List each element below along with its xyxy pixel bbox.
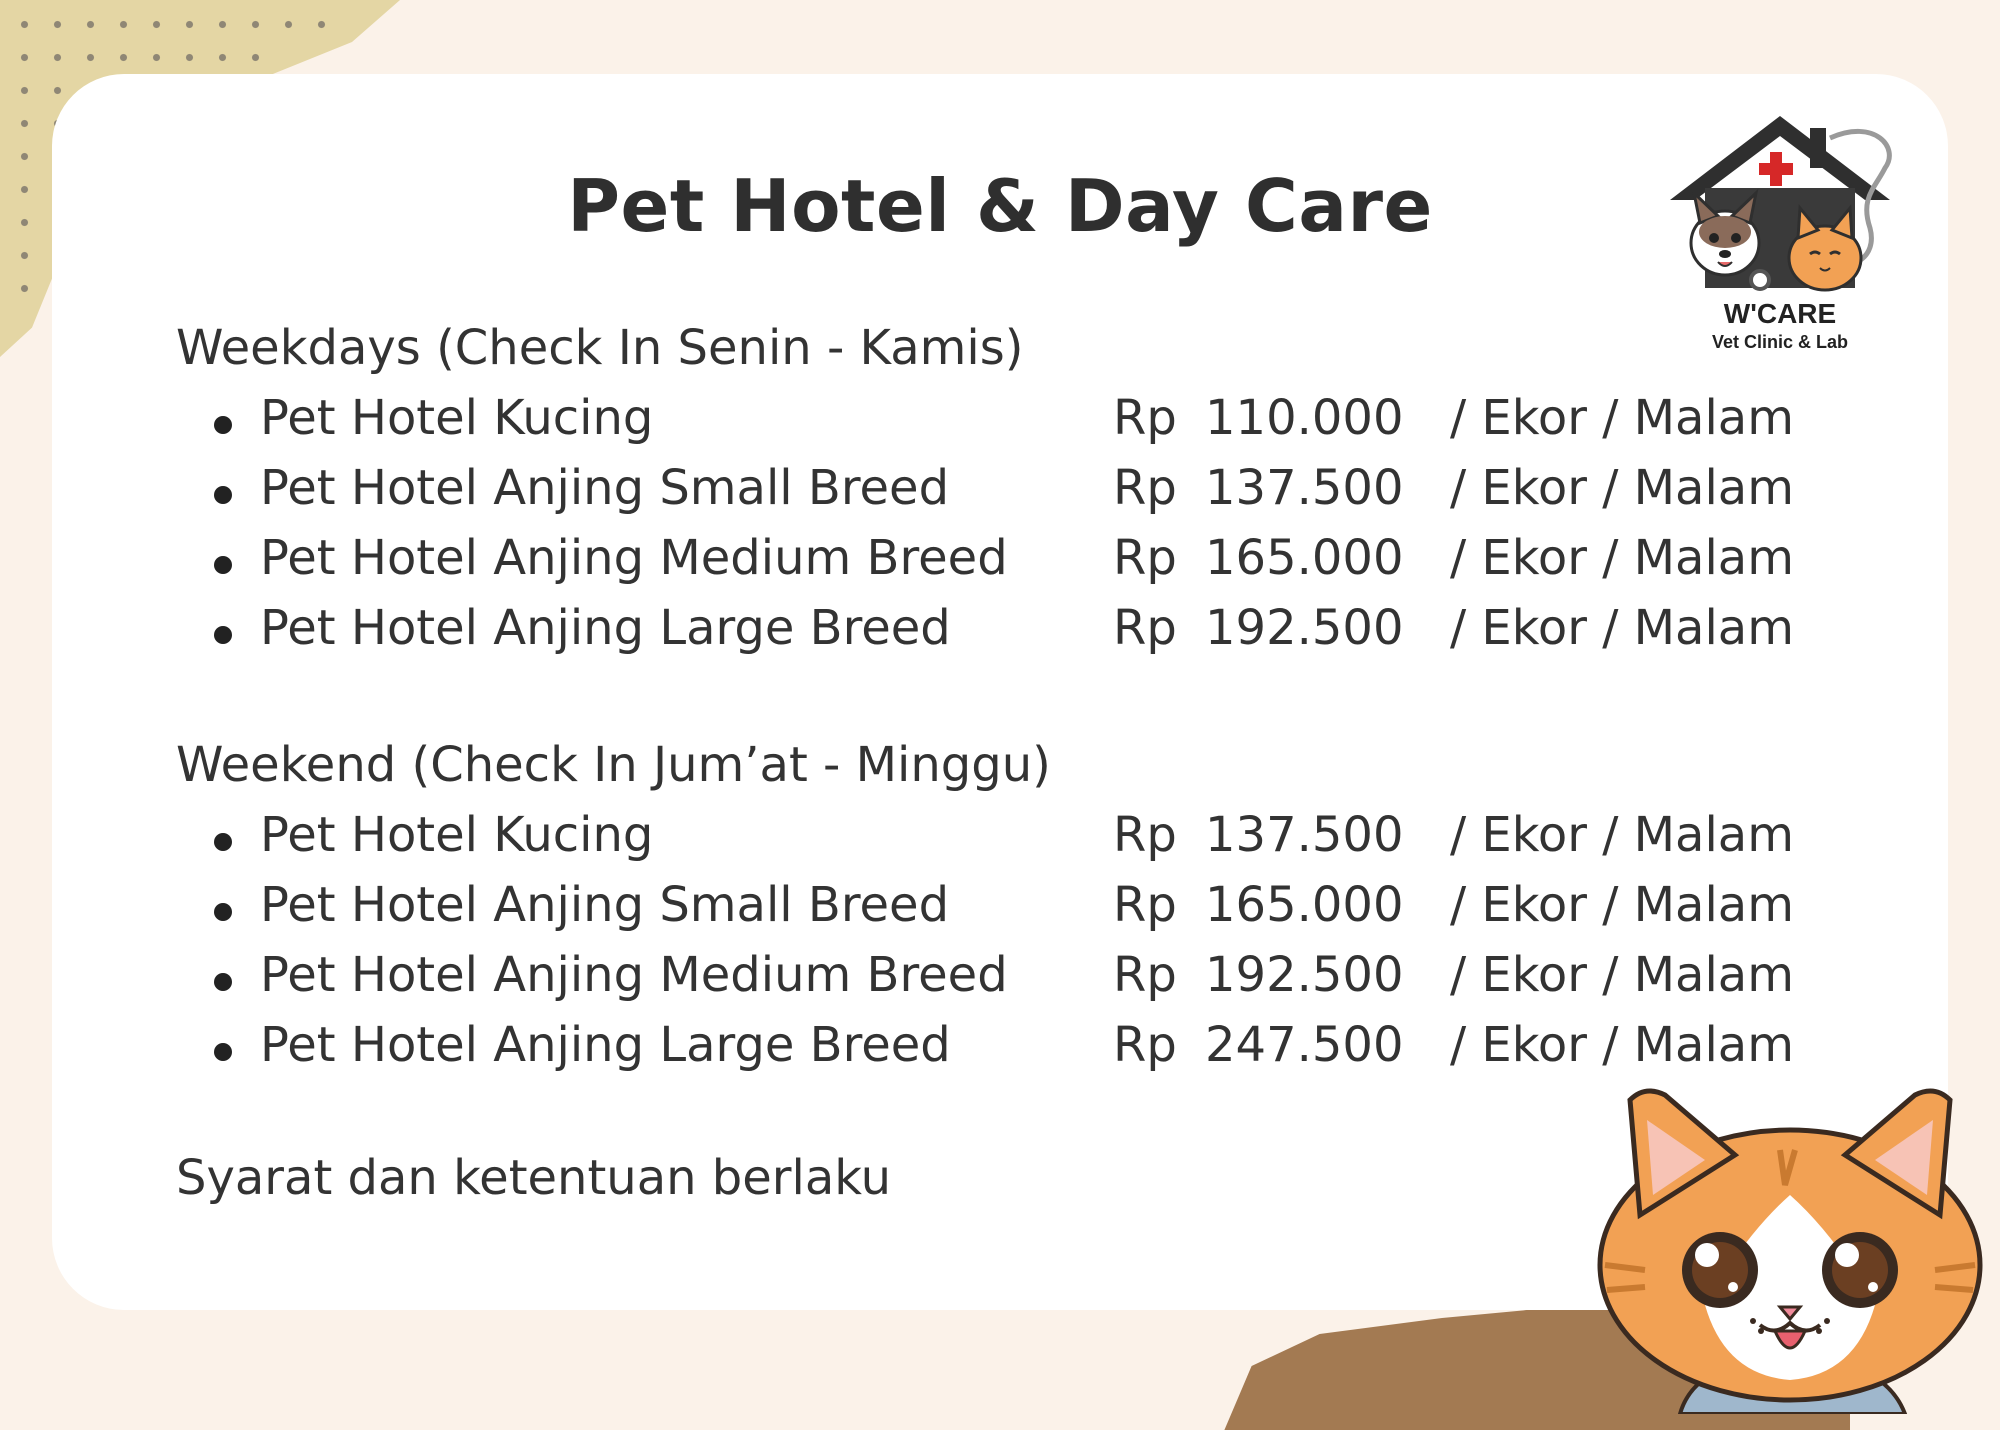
list-item: Pet Hotel Anjing Small Breed Rp 165.000 …	[0, 877, 2000, 941]
currency-label: Rp	[1113, 877, 1177, 933]
currency-label: Rp	[1113, 807, 1177, 863]
price-value: 165.000	[1205, 530, 1404, 586]
currency-label: Rp	[1113, 1017, 1177, 1073]
item-label: Pet Hotel Kucing	[260, 390, 654, 446]
price-value: 137.500	[1205, 460, 1404, 516]
price-unit: / Ekor / Malam	[1450, 390, 1794, 446]
house-pets-icon	[1670, 116, 1892, 292]
price-unit: / Ekor / Malam	[1450, 1017, 1794, 1073]
item-label: Pet Hotel Anjing Large Breed	[260, 1017, 951, 1073]
price-value: 137.500	[1205, 807, 1404, 863]
price-value: 165.000	[1205, 877, 1404, 933]
item-label: Pet Hotel Kucing	[260, 807, 654, 863]
price-value: 110.000	[1205, 390, 1404, 446]
list-item: Pet Hotel Anjing Medium Breed Rp 165.000…	[0, 530, 2000, 594]
currency-label: Rp	[1113, 947, 1177, 1003]
list-item: Pet Hotel Kucing Rp 137.500 / Ekor / Mal…	[0, 807, 2000, 871]
currency-label: Rp	[1113, 600, 1177, 656]
bullet-icon	[214, 973, 232, 991]
bullet-icon	[214, 626, 232, 644]
price-value: 192.500	[1205, 600, 1404, 656]
bullet-icon	[214, 416, 232, 434]
bullet-icon	[214, 1043, 232, 1061]
clinic-logo: W'CARE Vet Clinic & Lab	[1660, 108, 1900, 358]
price-unit: / Ekor / Malam	[1450, 877, 1794, 933]
item-label: Pet Hotel Anjing Large Breed	[260, 600, 951, 656]
price-unit: / Ekor / Malam	[1450, 807, 1794, 863]
list-item: Pet Hotel Anjing Medium Breed Rp 192.500…	[0, 947, 2000, 1011]
list-item: Pet Hotel Anjing Large Breed Rp 192.500 …	[0, 600, 2000, 664]
item-label: Pet Hotel Anjing Small Breed	[260, 877, 950, 933]
list-item: Pet Hotel Kucing Rp 110.000 / Ekor / Mal…	[0, 390, 2000, 454]
price-value: 192.500	[1205, 947, 1404, 1003]
weekend-heading: Weekend (Check In Jum’at - Minggu)	[176, 737, 1051, 793]
currency-label: Rp	[1113, 390, 1177, 446]
price-unit: / Ekor / Malam	[1450, 530, 1794, 586]
bullet-icon	[214, 903, 232, 921]
price-unit: / Ekor / Malam	[1450, 600, 1794, 656]
item-label: Pet Hotel Anjing Medium Breed	[260, 530, 1008, 586]
item-label: Pet Hotel Anjing Medium Breed	[260, 947, 1008, 1003]
bullet-icon	[214, 833, 232, 851]
cat-illustration-icon	[1597, 1088, 1983, 1414]
logo-name: W'CARE	[1723, 298, 1837, 329]
logo-subtitle: Vet Clinic & Lab	[1711, 332, 1849, 352]
currency-label: Rp	[1113, 460, 1177, 516]
currency-label: Rp	[1113, 530, 1177, 586]
weekdays-heading: Weekdays (Check In Senin - Kamis)	[176, 320, 1024, 376]
price-value: 247.500	[1205, 1017, 1404, 1073]
price-unit: / Ekor / Malam	[1450, 460, 1794, 516]
bullet-icon	[214, 556, 232, 574]
item-label: Pet Hotel Anjing Small Breed	[260, 460, 950, 516]
bullet-icon	[214, 486, 232, 504]
list-item: Pet Hotel Anjing Small Breed Rp 137.500 …	[0, 460, 2000, 524]
list-item: Pet Hotel Anjing Large Breed Rp 247.500 …	[0, 1017, 2000, 1081]
price-unit: / Ekor / Malam	[1450, 947, 1794, 1003]
terms-note: Syarat dan ketentuan berlaku	[176, 1150, 892, 1206]
